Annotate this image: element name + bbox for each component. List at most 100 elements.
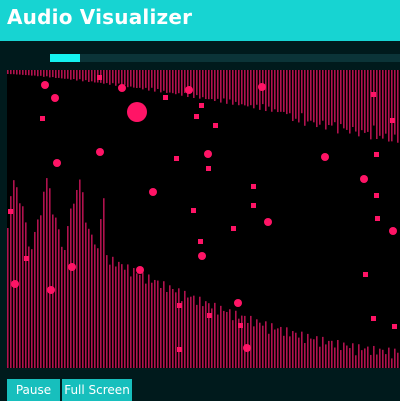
top-spectrum-bar (103, 70, 105, 84)
bottom-spectrum-bar (13, 180, 15, 368)
bottom-spectrum-bar (340, 350, 342, 368)
playback-progress-bar[interactable] (50, 54, 400, 62)
bottom-spectrum-bar (76, 189, 78, 368)
particle-circle (185, 86, 193, 94)
top-spectrum-bar (16, 70, 18, 75)
bottom-spectrum-bar (112, 256, 114, 368)
bottom-spectrum-bar (28, 246, 30, 368)
fullscreen-button[interactable]: Full Screen (62, 379, 132, 401)
top-spectrum-bar (379, 70, 381, 136)
top-spectrum-bar (334, 70, 336, 123)
particle-square (24, 256, 29, 261)
top-spectrum-bar (235, 70, 237, 102)
bottom-spectrum-bar (25, 222, 27, 368)
top-spectrum-bar (166, 70, 168, 93)
bottom-spectrum-bar (310, 338, 312, 368)
bottom-spectrum-bar (301, 331, 303, 368)
top-spectrum-bar (202, 70, 204, 98)
top-spectrum-bar (355, 70, 357, 132)
top-spectrum-bar (130, 70, 132, 87)
particle-square (371, 92, 376, 97)
top-spectrum-bar (343, 70, 345, 129)
bottom-spectrum-bar (274, 329, 276, 368)
particle-circle (136, 266, 144, 274)
top-spectrum-bar (382, 70, 384, 139)
bottom-spectrum-bar (64, 250, 66, 368)
top-spectrum-bar (268, 70, 270, 107)
top-spectrum-bar (211, 70, 213, 100)
top-spectrum-bar (394, 70, 396, 135)
top-spectrum-bar (265, 70, 267, 112)
particle-square (207, 313, 212, 318)
bottom-spectrum-bar (220, 305, 222, 368)
bottom-spectrum-bar (355, 355, 357, 368)
top-spectrum-bar (256, 70, 258, 105)
particle-square (206, 166, 211, 171)
bottom-spectrum-bar (217, 314, 219, 368)
bottom-spectrum-bar (85, 222, 87, 368)
particle-circle (198, 252, 206, 260)
top-spectrum-bar (280, 70, 282, 112)
top-spectrum-bar (178, 70, 180, 94)
top-spectrum-bar (325, 70, 327, 130)
top-spectrum-bar (70, 70, 72, 80)
particle-square (390, 118, 395, 123)
top-spectrum-bar (13, 70, 15, 75)
top-spectrum-bar (151, 70, 153, 88)
top-spectrum-bar (358, 70, 360, 137)
top-spectrum-bar (319, 70, 321, 125)
top-spectrum-bar (46, 70, 48, 77)
bottom-spectrum-bar (328, 340, 330, 368)
top-spectrum-bar (376, 70, 378, 140)
bottom-spectrum-bar (358, 344, 360, 368)
bottom-spectrum-bar (271, 323, 273, 368)
bottom-spectrum-bar (373, 345, 375, 368)
top-spectrum-bar (247, 70, 249, 107)
top-spectrum-bar (322, 70, 324, 121)
bottom-spectrum-bar (208, 303, 210, 368)
top-spectrum-bar (217, 70, 219, 99)
top-spectrum-bar (304, 70, 306, 126)
particle-circle (11, 280, 19, 288)
bottom-spectrum-bar (103, 198, 105, 368)
top-spectrum-bar (373, 70, 375, 126)
bottom-spectrum-bar (397, 352, 399, 368)
top-spectrum-bar (43, 70, 45, 77)
bottom-spectrum-bar (250, 315, 252, 368)
bottom-spectrum-bar (19, 203, 21, 368)
bottom-spectrum-bar (343, 342, 345, 368)
top-spectrum-bar (232, 70, 234, 105)
top-spectrum-bar (223, 70, 225, 99)
particle-square (238, 323, 243, 328)
top-spectrum-bar (175, 70, 177, 95)
top-spectrum-bar (106, 70, 108, 84)
bottom-spectrum-bar (265, 321, 267, 368)
bottom-spectrum-bar (121, 264, 123, 368)
bottom-spectrum-bar (364, 348, 366, 368)
particle-circle (68, 263, 76, 271)
particle-circle (47, 286, 55, 294)
bottom-spectrum-bar (253, 326, 255, 368)
bottom-spectrum-bar (184, 290, 186, 368)
particle-square (363, 272, 368, 277)
top-spectrum-bar (313, 70, 315, 123)
bottom-spectrum-bar (259, 322, 261, 368)
bottom-spectrum-bar (70, 208, 72, 368)
bottom-spectrum-bar (319, 346, 321, 368)
bottom-spectrum-bar (352, 343, 354, 368)
bottom-spectrum-bar (22, 206, 24, 368)
top-spectrum-bar (196, 70, 198, 96)
top-spectrum-bar (298, 70, 300, 123)
pause-button[interactable]: Pause (7, 379, 60, 401)
top-spectrum-bar (49, 70, 51, 78)
top-spectrum-bar (124, 70, 126, 86)
bottom-spectrum-bar (292, 331, 294, 368)
top-spectrum-bar (85, 70, 87, 81)
bottom-spectrum-bar (58, 229, 60, 368)
particle-circle (149, 188, 157, 196)
bottom-spectrum-bar (31, 249, 33, 368)
top-spectrum-bar (364, 70, 366, 133)
particle-circle (321, 153, 329, 161)
particle-circle (51, 94, 59, 102)
top-spectrum-bar (34, 70, 36, 76)
